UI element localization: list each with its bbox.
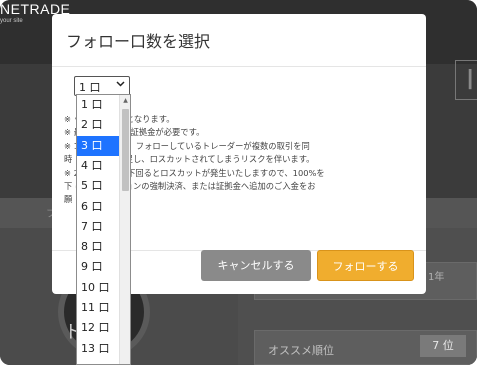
modal-divider [52,66,426,67]
background-box-icon: I [455,60,477,100]
dropdown-scrollbar[interactable]: ▲ [119,95,130,364]
dropdown-option[interactable]: 11 口 [77,298,119,318]
dropdown-option[interactable]: 9 口 [77,257,119,277]
dropdown-option[interactable]: 7 口 [77,217,119,237]
dropdown-option[interactable]: 2 口 [77,115,119,135]
dropdown-option[interactable]: 3 口 [77,135,119,156]
quantity-dropdown-list[interactable]: 1 口2 口3 口4 口5 口6 口7 口8 口9 口 10 口 11 口 12 口1… [76,94,131,365]
dropdown-option[interactable]: 10 口 [77,278,119,298]
site-logo-sub: your site [0,18,23,24]
background-period-text: 1年 [428,272,445,283]
scroll-up-icon[interactable]: ▲ [120,97,130,104]
background-rank-value: 7 位 [420,335,466,357]
cancel-button[interactable]: キャンセルする [201,250,311,281]
dropdown-option[interactable]: 4 口 [77,156,119,176]
dropdown-option[interactable]: 14 口 [77,359,119,364]
dropdown-option[interactable]: 8 口 [77,237,119,257]
dropdown-option[interactable]: 5 口 [77,176,119,196]
screen-frame: NETRADE your site I フ 1年 オススメ順位 7 位 ト フォ… [0,0,477,365]
follow-button[interactable]: フォローする [317,250,414,281]
background-rank-label: オススメ順位 [268,344,334,357]
quantity-select-value: 1 口 [79,81,101,94]
modal-title: フォロー口数を選択 [66,32,211,51]
quantity-select[interactable]: 1 口 [74,76,130,96]
dropdown-option[interactable]: 6 口 [77,197,119,217]
scrollbar-thumb[interactable] [122,109,129,191]
dropdown-option[interactable]: 13 口 [77,339,119,359]
dropdown-option[interactable]: 12 口 [77,318,119,338]
chevron-down-icon [116,79,125,91]
dropdown-option[interactable]: 1 口 [77,95,119,115]
